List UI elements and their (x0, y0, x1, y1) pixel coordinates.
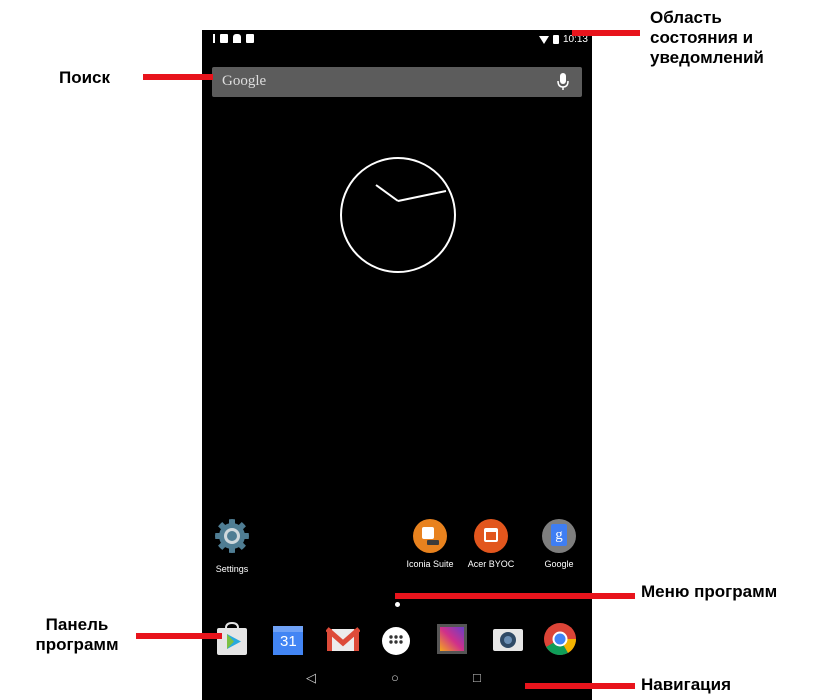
page-indicator (395, 602, 400, 607)
analog-clock-widget[interactable] (338, 155, 458, 275)
callout-navigation: Навигация (641, 675, 731, 694)
camera-icon[interactable] (491, 622, 525, 656)
app-label: Settings (215, 564, 249, 574)
callout-app-menu: Меню программ (641, 582, 778, 601)
callout-line-search (143, 74, 213, 80)
callout-line-navigation (525, 683, 635, 689)
bag-icon (246, 34, 254, 43)
app-acer-byoc[interactable]: Acer BYOC (456, 519, 526, 569)
microphone-icon[interactable] (557, 73, 569, 91)
calendar-day: 31 (280, 633, 297, 650)
battery-icon (552, 35, 559, 44)
acer-byoc-icon (474, 519, 508, 553)
image-icon (220, 34, 228, 43)
callout-line-status (572, 30, 640, 36)
callout-app-panel: Панель программ (35, 615, 119, 654)
callout-line-app-panel (136, 633, 222, 639)
gear-icon (215, 519, 249, 553)
gallery-icon[interactable] (435, 622, 469, 656)
status-bar[interactable]: 10:13 (202, 30, 592, 52)
notification-icons (210, 34, 254, 43)
usb-icon (213, 34, 215, 43)
app-label: Iconia Suite (406, 559, 454, 569)
app-drawer-button[interactable] (379, 622, 413, 656)
callout-search: Поиск (59, 68, 111, 87)
plug-icon (233, 34, 241, 43)
home-button[interactable]: ○ (391, 670, 399, 685)
google-folder-icon: g (542, 519, 576, 553)
google-search-bar[interactable]: Google (212, 67, 582, 97)
calendar-icon[interactable]: 31 (271, 622, 305, 656)
wifi-icon (538, 35, 549, 44)
app-label: Google (544, 559, 574, 569)
app-google-folder[interactable]: g Google (524, 519, 592, 569)
play-store-icon[interactable] (215, 621, 249, 656)
callout-line-app-menu (395, 593, 635, 599)
tablet-screen: 10:13 Google Settings Iconia Suite Acer … (202, 30, 592, 700)
recent-apps-button[interactable]: □ (473, 670, 481, 685)
iconia-suite-icon (413, 519, 447, 553)
app-label: Acer BYOC (467, 559, 515, 569)
navigation-bar: ◁ ○ □ (202, 654, 592, 700)
back-button[interactable]: ◁ (306, 670, 316, 686)
chrome-icon[interactable] (543, 622, 577, 656)
app-settings[interactable]: Settings (202, 519, 267, 574)
callout-status-area: Область состояния и уведомлений (650, 8, 764, 67)
app-iconia-suite[interactable]: Iconia Suite (395, 519, 465, 569)
search-placeholder: Google (222, 73, 267, 89)
gmail-icon[interactable] (325, 622, 361, 656)
